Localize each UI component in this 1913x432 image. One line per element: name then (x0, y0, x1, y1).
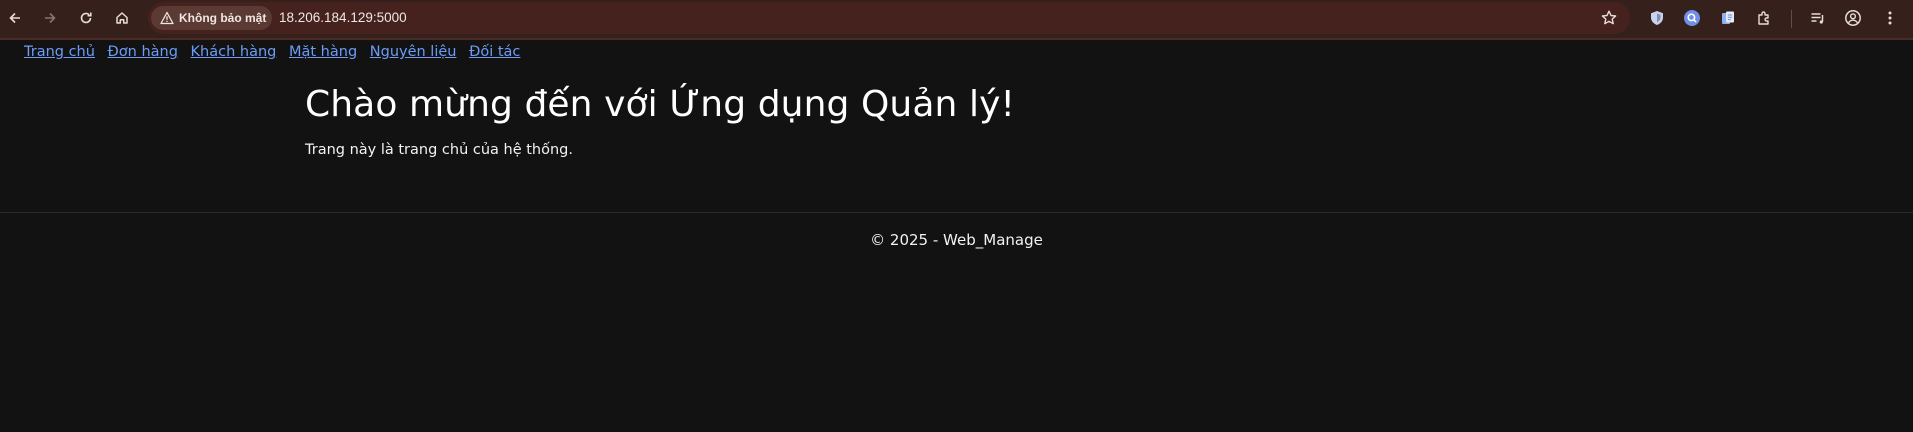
search-extension-icon (1684, 10, 1700, 26)
shield-extension-button[interactable] (1647, 8, 1667, 28)
footer-text: © 2025 - Web_Manage (870, 231, 1043, 249)
nav-link-orders[interactable]: Đơn hàng (108, 44, 178, 60)
profile-icon (1845, 10, 1861, 26)
reload-button[interactable] (73, 5, 99, 31)
document-extension-icon (1722, 11, 1734, 24)
footer-divider (0, 212, 1913, 213)
url-text[interactable]: 18.206.184.129:5000 (279, 10, 407, 25)
warning-icon (160, 11, 174, 25)
forward-arrow-icon (45, 12, 56, 24)
nav-link-materials[interactable]: Nguyên liệu (370, 44, 457, 60)
puzzle-extensions-icon (1758, 11, 1769, 25)
page-description: Trang này là trang chủ của hệ thống. (305, 142, 573, 158)
forward-button[interactable] (37, 5, 63, 31)
security-chip[interactable]: Không bảo mật (151, 6, 272, 30)
browser-toolbar: Không bảo mật 18.206.184.129:5000 (0, 0, 1913, 40)
address-bar[interactable]: Không bảo mật 18.206.184.129:5000 (148, 2, 1630, 34)
home-icon (116, 12, 128, 24)
profile-button[interactable] (1843, 8, 1863, 28)
star-icon[interactable] (1600, 9, 1618, 27)
back-arrow-icon (9, 12, 20, 24)
document-extension-button[interactable] (1718, 8, 1738, 28)
more-vert-icon (1888, 11, 1892, 25)
site-nav: Trang chủ Đơn hàng Khách hàng Mặt hàng N… (24, 44, 528, 60)
nav-link-home[interactable]: Trang chủ (24, 44, 95, 60)
home-button[interactable] (109, 5, 135, 31)
toolbar-separator (1791, 10, 1792, 28)
reload-icon (80, 12, 92, 24)
shield-extension-icon (1651, 11, 1663, 25)
media-control-icon (1811, 13, 1824, 24)
back-button[interactable] (2, 5, 28, 31)
more-menu-button[interactable] (1880, 8, 1900, 28)
media-control-button[interactable] (1808, 8, 1828, 28)
nav-link-customers[interactable]: Khách hàng (191, 44, 277, 60)
nav-link-products[interactable]: Mặt hàng (289, 44, 357, 60)
search-extension-button[interactable] (1682, 8, 1702, 28)
page-title: Chào mừng đến với Ứng dụng Quản lý! (305, 84, 1015, 125)
nav-link-partners[interactable]: Đối tác (469, 44, 520, 60)
extensions-button[interactable] (1754, 8, 1774, 28)
security-chip-label: Không bảo mật (179, 11, 267, 25)
